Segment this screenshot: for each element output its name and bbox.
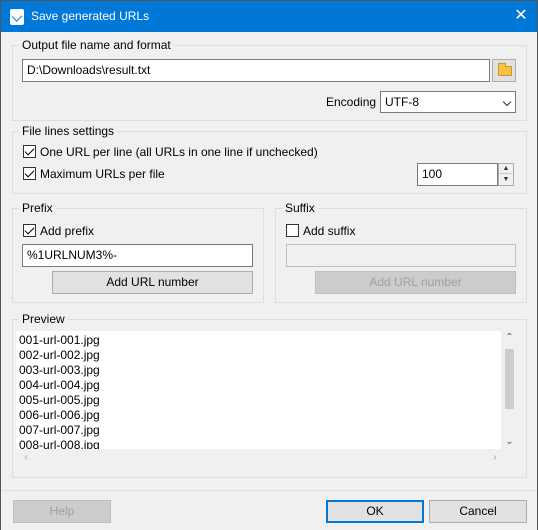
preview-group-label: Preview (19, 312, 68, 326)
folder-open-icon (498, 63, 512, 76)
cancel-button[interactable]: Cancel (429, 500, 527, 523)
preview-lines: 001-url-001.jpg 002-url-002.jpg 003-url-00… (19, 333, 100, 453)
spin-down-icon[interactable]: ▼ (499, 175, 513, 185)
chevron-down-icon (502, 97, 512, 107)
encoding-label: Encoding (326, 95, 377, 109)
close-button[interactable]: ✕ (505, 1, 537, 32)
preview-line: 006-url-006.jpg (19, 408, 100, 422)
scroll-right-icon[interactable]: › (487, 449, 503, 466)
add-prefix-label: Add prefix (40, 224, 95, 238)
max-urls-label: Maximum URLs per file (40, 167, 165, 181)
file-lines-group-label: File lines settings (19, 124, 118, 138)
app-icon (10, 9, 24, 25)
add-prefix-checkbox[interactable]: Add prefix (23, 224, 143, 240)
output-group-label: Output file name and format (19, 38, 174, 52)
preview-line: 003-url-003.jpg (19, 363, 100, 377)
preview-line: 005-url-005.jpg (19, 393, 100, 407)
max-urls-input[interactable]: 100 (417, 163, 498, 186)
suffix-group-label: Suffix (282, 201, 318, 215)
spin-up-icon[interactable]: ▲ (499, 164, 513, 174)
scroll-thumb[interactable] (505, 349, 514, 409)
dialog-footer: Help OK Cancel (1, 490, 537, 530)
preview-line: 007-url-007.jpg (19, 423, 100, 437)
one-url-per-line-label: One URL per line (all URLs in one line i… (40, 145, 318, 159)
encoding-select[interactable]: UTF-8 (380, 91, 516, 113)
help-button[interactable]: Help (13, 500, 111, 523)
max-urls-spinner[interactable]: ▲ ▼ (498, 163, 514, 186)
prefix-group-label: Prefix (19, 201, 56, 215)
encoding-selected-value: UTF-8 (385, 95, 419, 109)
preview-line: 001-url-001.jpg (19, 333, 100, 347)
add-suffix-checkbox[interactable]: Add suffix (286, 224, 406, 240)
ok-button[interactable]: OK (326, 500, 424, 523)
max-urls-checkbox[interactable]: Maximum URLs per file (23, 167, 183, 183)
one-url-per-line-checkbox[interactable]: One URL per line (all URLs in one line i… (23, 145, 323, 161)
suffix-add-url-number-button[interactable]: Add URL number (315, 271, 516, 294)
prefix-add-url-number-button[interactable]: Add URL number (52, 271, 253, 294)
horizontal-scrollbar[interactable]: ‹ › (16, 449, 518, 466)
checkbox-mark (23, 224, 36, 237)
checkbox-mark (286, 224, 299, 237)
suffix-input[interactable] (286, 244, 516, 267)
window-title: Save generated URLs (31, 9, 150, 23)
preview-list[interactable]: 001-url-001.jpg 002-url-002.jpg 003-url-00… (16, 331, 518, 466)
scroll-left-icon[interactable]: ‹ (18, 449, 34, 466)
preview-line: 002-url-002.jpg (19, 348, 100, 362)
add-suffix-label: Add suffix (303, 224, 356, 238)
preview-line: 004-url-004.jpg (19, 378, 100, 392)
checkbox-mark (23, 167, 36, 180)
vertical-scrollbar[interactable]: ⌃ ⌄ (501, 331, 518, 449)
browse-folder-button[interactable] (492, 59, 516, 82)
output-path-input[interactable]: D:\Downloads\result.txt (22, 59, 490, 82)
title-bar: Save generated URLs ✕ (1, 1, 537, 32)
prefix-input[interactable]: %1URLNUM3%- (22, 244, 253, 267)
scroll-up-icon[interactable]: ⌃ (501, 331, 518, 345)
checkbox-mark (23, 145, 36, 158)
scroll-down-icon[interactable]: ⌄ (501, 435, 518, 449)
save-urls-dialog: Save generated URLs ✕ Output file name a… (0, 0, 538, 530)
